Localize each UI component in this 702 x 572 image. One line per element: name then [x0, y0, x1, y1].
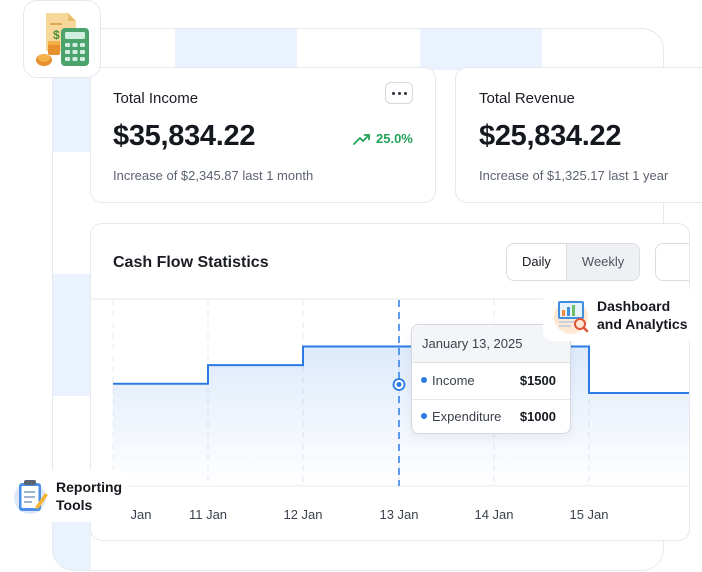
tooltip-row-expenditure: Expenditure $1000: [421, 399, 556, 433]
badge-text: Reporting Tools: [56, 478, 122, 514]
chart-tooltip: January 13, 2025 Income $1500 Expenditur…: [411, 324, 571, 434]
x-tick-label: 14 Jan: [474, 507, 514, 522]
highlight-point-core: [396, 382, 402, 387]
revenue-value: $25,834.22: [479, 120, 622, 152]
cash-flow-chart[interactable]: [91, 224, 690, 541]
revenue-note: Increase of $1,325.17 last 1 year: [479, 168, 669, 183]
tooltip-row-income: Income $1500: [421, 363, 556, 397]
reporting-clipboard-icon: [14, 480, 48, 514]
reporting-tools-badge: Reporting Tools: [8, 470, 128, 522]
x-tick-label: Jan: [130, 507, 152, 522]
checker-cell: [53, 519, 91, 570]
series-dot-icon: [421, 377, 427, 383]
dashboard-analytics-icon: [554, 300, 589, 334]
income-value: $35,834.22: [113, 120, 256, 152]
series-area: [113, 346, 689, 486]
x-tick-label: 11 Jan: [188, 507, 228, 522]
cash-flow-card: Cash Flow Statistics Daily Weekly Jan 11 …: [90, 223, 690, 541]
more-icon: [391, 91, 395, 95]
checker-cell: [175, 29, 297, 70]
svg-text:$: $: [53, 28, 60, 42]
income-trend: 25.0%: [353, 131, 413, 146]
series-dot-icon: [421, 413, 427, 419]
card-title: Total Revenue: [479, 90, 575, 107]
more-options-button[interactable]: [385, 82, 413, 104]
tooltip-label: Expenditure: [432, 408, 502, 424]
trend-up-icon: [353, 133, 370, 145]
badge-label-line1: Dashboard: [597, 298, 671, 314]
badge-label-line1: Reporting: [56, 479, 123, 495]
total-revenue-card: Total Revenue $25,834.22 Increase of $1,…: [455, 67, 702, 203]
page-root: Total Income $35,834.22 25.0% Increase o…: [0, 0, 702, 572]
tooltip-label: Income: [432, 372, 475, 388]
trend-value: 25.0%: [376, 131, 413, 146]
checker-cell: [53, 274, 91, 396]
badge-label-line2: and Analytics: [597, 316, 688, 332]
card-title: Total Income: [113, 90, 199, 107]
x-tick-label: 15 Jan: [569, 507, 609, 522]
income-note: Increase of $2,345.87 last 1 month: [113, 168, 314, 183]
calculator-money-icon: $: [36, 13, 89, 66]
dashboard-analytics-badge: Dashboard and Analytics: [543, 289, 699, 341]
total-income-card: Total Income $35,834.22 25.0% Increase o…: [90, 67, 436, 203]
badge-label-line2: Tools: [56, 497, 93, 513]
app-icon: $: [23, 0, 101, 78]
x-tick-label: 13 Jan: [379, 507, 419, 522]
tooltip-value: $1000: [519, 408, 556, 424]
tooltip-value: $1500: [519, 372, 556, 388]
checker-cell: [420, 29, 542, 70]
checker-cell: [53, 70, 91, 152]
badge-text: Dashboard and Analytics: [597, 297, 688, 333]
x-tick-label: 12 Jan: [283, 507, 323, 522]
